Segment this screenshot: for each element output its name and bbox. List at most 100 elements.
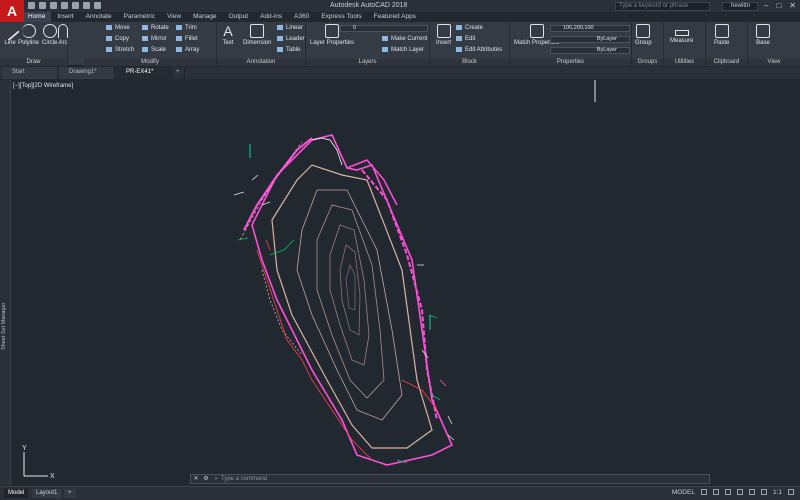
file-tab-start[interactable]: Start [2,67,58,79]
polyline-tool[interactable]: Polyline [18,24,39,46]
save-as-icon[interactable] [61,2,68,9]
circle-tool[interactable]: Circle [42,24,57,46]
tab-a360[interactable]: A360 [288,12,315,22]
osnap-icon[interactable] [748,489,755,495]
block-panel-title[interactable]: Block [430,59,509,66]
drawing-svg: Y X [22,80,596,480]
tab-annotate[interactable]: Annotate [80,12,118,22]
move-tool[interactable]: Move [106,25,130,32]
insert-tool[interactable]: Insert [436,24,451,46]
search-input[interactable]: Type a keyword or phrase [615,2,710,11]
layer-dropdown[interactable]: 0 [340,25,428,32]
ortho-icon[interactable] [724,489,731,495]
user-account[interactable]: hewittn [722,2,758,11]
layers-panel: Layer Properties 0 Make Current Match La… [306,22,430,66]
model-space-indicator[interactable]: MODEL [672,489,695,496]
command-input[interactable]: Type a command [221,476,267,482]
color-dropdown[interactable]: 100,200,100 [550,25,630,32]
quick-access-toolbar [28,2,101,9]
fillet-tool[interactable]: Fillet [176,36,198,43]
viewport-controls-label[interactable]: [−][Top][2D Wireframe] [13,83,73,89]
file-tab-drawing1[interactable]: Drawing1* [59,67,115,79]
tab-home[interactable]: Home [22,12,52,22]
groups-panel-title[interactable]: Groups [632,59,663,66]
table-tool[interactable]: Table [277,47,300,54]
tab-output[interactable]: Output [223,12,255,22]
close-icon[interactable]: ✕ [789,1,796,10]
tab-featured-apps[interactable]: Featured Apps [368,12,422,22]
linetype-dropdown[interactable]: ByLayer [550,36,630,43]
view-panel-title[interactable]: View [748,59,800,66]
leader-tool[interactable]: Leader [277,36,305,43]
drawing-canvas[interactable]: Y X [12,80,800,485]
rotate-tool[interactable]: Rotate [142,25,169,32]
command-line[interactable]: ✕ ⚙ › Type a command [190,474,710,484]
properties-panel: Match Properties 100,200,100 ByLayer ByL… [510,22,632,66]
lineweight-dropdown[interactable]: ByLayer [550,47,630,54]
dimension-tool[interactable]: Dimension [243,24,271,46]
layout-tab-layout1[interactable]: Layout1 [32,489,62,498]
ribbon-tabs: Home Insert Annotate Parametric View Man… [22,12,422,22]
stretch-tool[interactable]: Stretch [106,47,134,54]
redo-icon[interactable] [94,2,101,9]
undo-icon[interactable] [83,2,90,9]
copy-tool[interactable]: Copy [106,36,129,43]
modify-panel-title[interactable]: Modify [84,59,216,66]
annotation-icon[interactable] [760,489,767,495]
group-tool[interactable]: Group [635,24,652,46]
command-prompt-icon: › [215,476,217,482]
tab-parametric[interactable]: Parametric [118,12,161,22]
properties-panel-title[interactable]: Properties [510,59,631,66]
trim-tool[interactable]: Trim [176,25,197,32]
measure-tool[interactable]: Measure [670,24,693,44]
annotation-panel-title[interactable]: Annotation [217,59,305,66]
tab-insert[interactable]: Insert [51,12,79,22]
array-tool[interactable]: Array [176,47,199,54]
status-bar: Model Layout1 + MODEL 1:1 [0,486,800,500]
print-icon[interactable] [72,2,79,9]
mirror-tool[interactable]: Mirror [142,36,167,43]
paste-tool[interactable]: Paste [714,24,729,46]
utilities-panel-title[interactable]: Utilities [664,59,705,66]
layers-panel-title[interactable]: Layers [306,59,429,66]
new-tab-button[interactable]: + [173,67,185,79]
make-current-tool[interactable]: Make Current [382,36,427,43]
line-tool[interactable]: Line [0,21,20,46]
add-layout-button[interactable]: + [64,489,76,498]
arc-tool[interactable]: Arc [58,24,68,46]
clipboard-panel-title[interactable]: Clipboard [706,59,747,66]
scale-tool[interactable]: Scale [142,47,166,54]
command-settings-icon[interactable]: ⚙ [201,475,211,483]
text-tool[interactable]: A Text [221,24,235,46]
save-icon[interactable] [50,2,57,9]
tab-addins[interactable]: Add-ins [254,12,288,22]
draw-panel-title[interactable]: Draw [0,59,67,66]
polar-icon[interactable] [736,489,743,495]
linear-tool[interactable]: Linear [277,25,303,32]
grid-icon[interactable] [700,489,707,495]
edit-attributes-tool[interactable]: Edit Attributes [456,47,502,54]
new-icon[interactable] [28,2,35,9]
maximize-icon[interactable]: □ [776,1,781,10]
modify-panel: Move Rotate Trim Copy Mirror Fillet Stre… [84,22,217,66]
tab-view[interactable]: View [161,12,187,22]
view-panel: Base View [748,22,800,66]
customize-icon[interactable] [788,489,794,495]
snap-icon[interactable] [712,489,719,495]
layout-tab-model[interactable]: Model [4,489,29,498]
match-layer-tool[interactable]: Match Layer [382,47,424,54]
file-tab-pr-ex41[interactable]: PR-EX41* [116,67,172,79]
annotation-scale[interactable]: 1:1 [773,489,782,496]
tab-manage[interactable]: Manage [187,12,223,22]
autocad-logo[interactable]: A [0,0,24,22]
edit-tool[interactable]: Edit [456,36,475,43]
utilities-panel: Measure Utilities [664,22,706,66]
sheet-set-manager-label: Sheet Set Manager [1,302,7,350]
base-tool[interactable]: Base [756,24,770,46]
sheet-set-manager-palette[interactable]: Sheet Set Manager [0,80,11,485]
close-command-line-icon[interactable]: ✕ [191,475,201,483]
tab-express-tools[interactable]: Express Tools [315,12,367,22]
minimize-icon[interactable]: – [764,1,768,10]
open-icon[interactable] [39,2,46,9]
create-tool[interactable]: Create [456,25,483,32]
